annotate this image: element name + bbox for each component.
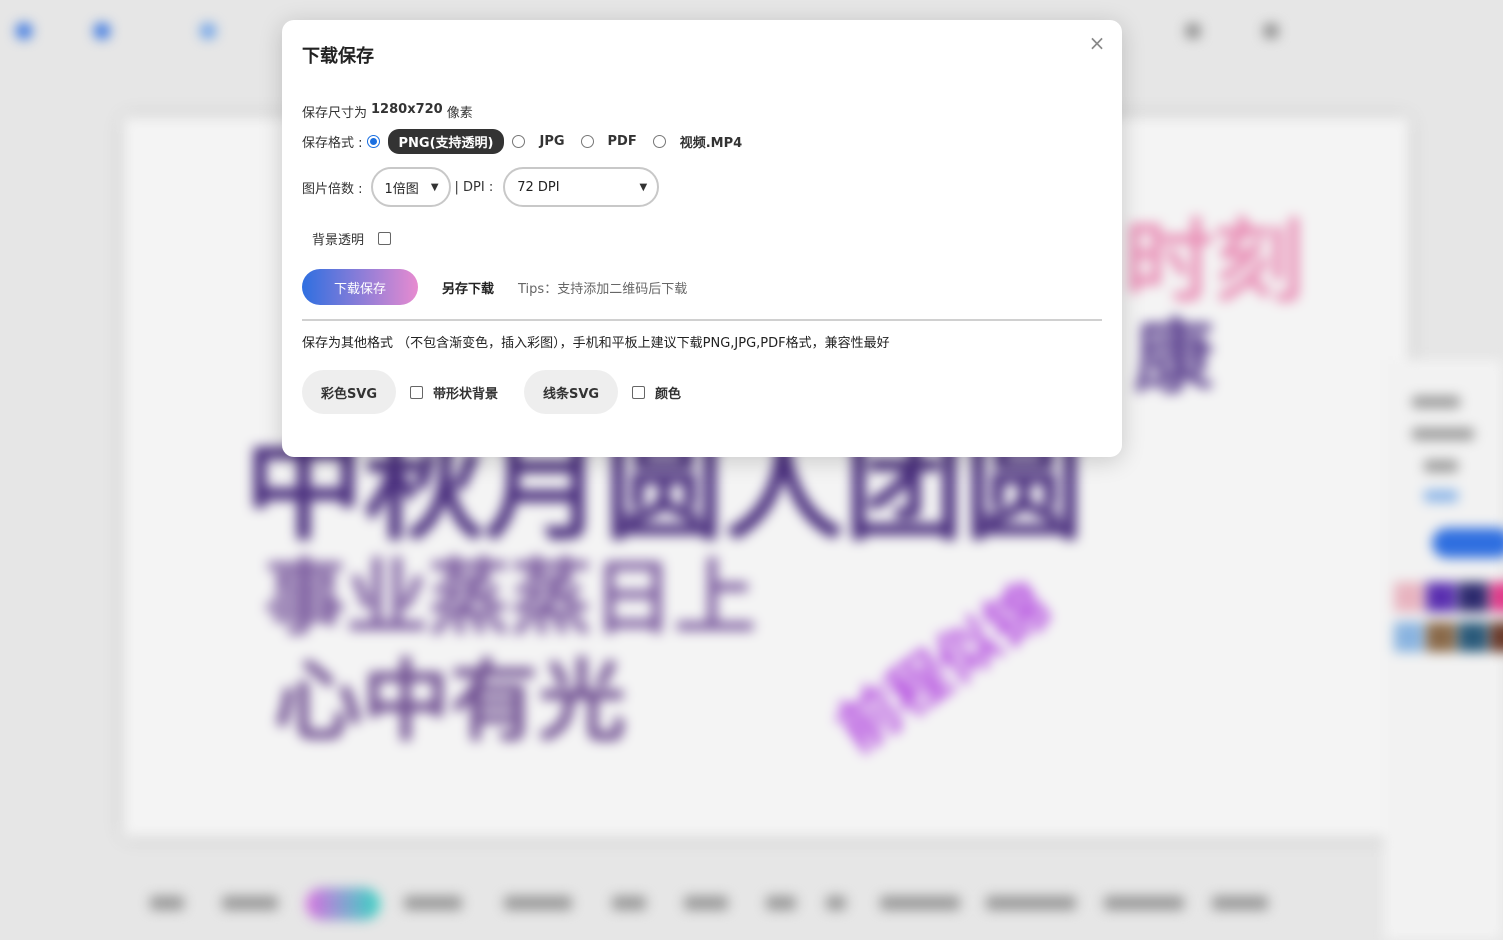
format-row: 保存格式 : PNG(支持透明) JPG PDF 视频.MP4 — [302, 128, 754, 154]
color-swatch — [1394, 582, 1424, 612]
close-icon[interactable]: × — [1088, 32, 1106, 54]
color-swatch — [1426, 622, 1456, 652]
divider — [302, 319, 1102, 321]
toolbar-item — [222, 896, 278, 910]
save-as-link[interactable]: 另存下载 — [442, 278, 494, 297]
transparent-checkbox[interactable] — [378, 231, 392, 245]
scale-dpi-row: 图片倍数 : 1倍图 ▼ | DPI : 72 DPI ▼ — [302, 167, 660, 207]
word-cloud-word: 事业蒸蒸日上 — [264, 551, 757, 646]
format-radio-jpg[interactable] — [512, 134, 526, 148]
line-svg-button[interactable]: 线条SVG — [524, 370, 619, 414]
panel-line — [1424, 490, 1458, 502]
nav-dot-icon — [94, 23, 110, 39]
nav-item-1 — [16, 22, 38, 40]
format-option-png[interactable]: PNG(支持透明) — [387, 128, 505, 154]
toolbar-item — [986, 896, 1076, 910]
toolbar-item — [880, 896, 960, 910]
toolbar-pill — [306, 888, 380, 920]
shape-bg-checkbox[interactable] — [410, 385, 423, 399]
toolbar-item — [404, 896, 462, 910]
tips-text: Tips：支持添加二维码后下载 — [518, 281, 688, 297]
format-option-jpg[interactable]: JPG — [539, 134, 564, 149]
save-size-row: 保存尺寸为 1280x720 像素 — [302, 102, 473, 121]
shape-bg-label: 带形状背景 — [433, 386, 499, 402]
right-panel — [1384, 360, 1503, 940]
color-swatch — [1458, 582, 1488, 612]
color-swatch — [1490, 582, 1503, 612]
nav-icon-1 — [1186, 22, 1200, 40]
toolbar-item — [1104, 896, 1184, 910]
nav-square-icon — [1186, 24, 1200, 38]
word-cloud-word: 心中有光 — [274, 650, 627, 753]
color-checkbox[interactable] — [632, 385, 646, 399]
chevron-down-icon: ▼ — [430, 181, 439, 193]
nav-dot-icon — [200, 23, 216, 39]
nav-item-3 — [200, 22, 222, 40]
nav-square-icon — [1264, 24, 1278, 38]
scale-select[interactable]: 1倍图 ▼ — [370, 167, 451, 207]
transparent-label: 背景透明 — [312, 232, 365, 248]
toolbar-item — [826, 896, 846, 910]
color-swatch — [1426, 582, 1456, 612]
color-swatch — [1458, 622, 1488, 652]
dpi-select[interactable]: 72 DPI ▼ — [503, 167, 660, 207]
color-svg-button[interactable]: 彩色SVG — [302, 370, 396, 414]
chevron-down-icon: ▼ — [639, 181, 648, 193]
size-label: 保存尺寸为 — [302, 106, 368, 121]
format-radio-png[interactable] — [366, 134, 380, 148]
word-cloud-word: 康 — [1134, 311, 1214, 404]
action-row: 下载保存 另存下载 Tips：支持添加二维码后下载 — [302, 269, 687, 305]
svg-export-row: 彩色SVG 带形状背景 线条SVG 颜色 — [302, 370, 681, 414]
scale-value: 1倍图 — [384, 181, 419, 197]
toolbar-item — [612, 896, 646, 910]
toolbar-item — [504, 896, 572, 910]
format-option-mp4[interactable]: 视频.MP4 — [680, 132, 742, 151]
panel-line — [1412, 396, 1460, 408]
panel-line — [1412, 428, 1474, 440]
color-swatch — [1394, 622, 1424, 652]
dialog-title: 下载保存 — [302, 46, 374, 67]
format-radio-mp4[interactable] — [652, 134, 666, 148]
toolbar-item — [150, 896, 184, 910]
nav-dot-icon — [16, 23, 32, 39]
dpi-value: 72 DPI — [517, 179, 560, 195]
format-radio-pdf[interactable] — [580, 134, 594, 148]
toolbar-item — [766, 896, 796, 910]
format-option-pdf[interactable]: PDF — [608, 134, 637, 149]
size-unit: 像素 — [446, 106, 473, 121]
word-cloud-word: 时刻 — [1124, 210, 1304, 315]
nav-item-2 — [94, 22, 116, 40]
toolbar-item — [1212, 896, 1268, 910]
panel-button — [1432, 528, 1503, 558]
transparent-bg-row: 背景透明 — [312, 228, 392, 248]
size-value: 1280x720 — [371, 102, 443, 117]
color-label: 颜色 — [655, 386, 682, 402]
download-dialog: 下载保存 × 保存尺寸为 1280x720 像素 保存格式 : PNG(支持透明… — [282, 20, 1122, 457]
nav-icon-2 — [1264, 22, 1278, 40]
word-cloud-word: 前程似锦 — [825, 570, 1063, 766]
bottom-toolbar — [0, 870, 1503, 940]
panel-line — [1424, 460, 1458, 472]
format-label: 保存格式 : — [302, 135, 363, 151]
toolbar-item — [684, 896, 728, 910]
other-formats-note: 保存为其他格式 （不包含渐变色，插入彩图），手机和平板上建议下载PNG,JPG,… — [302, 336, 890, 351]
color-swatch — [1490, 622, 1503, 652]
download-save-button[interactable]: 下载保存 — [302, 269, 418, 305]
scale-label: 图片倍数 : — [302, 181, 363, 197]
dpi-label: | DPI : — [454, 179, 494, 195]
